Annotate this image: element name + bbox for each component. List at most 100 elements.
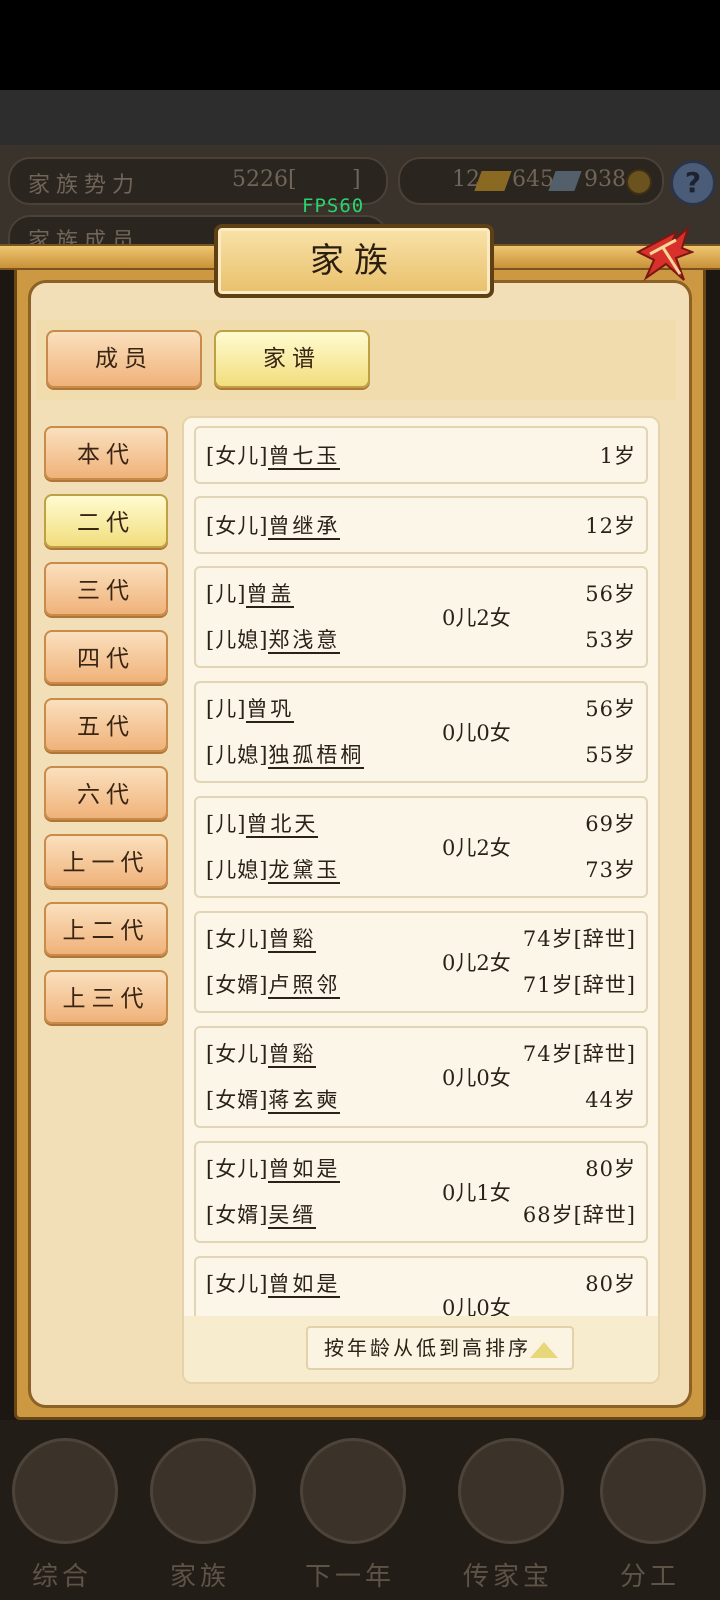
nav-label: 综合	[31, 1562, 92, 1592]
help-icon[interactable]: ?	[670, 160, 716, 206]
age-label: 80岁	[585, 1157, 636, 1181]
spouse-row: [女婿]卢照邻 71岁[辞世]	[206, 965, 636, 1005]
person-row: [女儿]曾谿 74岁[辞世]	[206, 919, 636, 959]
spouse-name[interactable]: 吴缙	[268, 1203, 317, 1229]
person-name[interactable]: 曾谿	[268, 1042, 317, 1068]
person-row: [儿]曾盖 56岁	[206, 574, 636, 614]
person-row: [女儿]曾如是 80岁	[206, 1149, 636, 1189]
person-name[interactable]: 曾北天	[246, 812, 319, 838]
generation-button-second[interactable]: 二代	[44, 494, 168, 548]
treasure-icon	[458, 1438, 564, 1544]
person-row: [女儿]曾七玉 1岁	[206, 436, 636, 476]
nav-item-division[interactable]: 分工	[590, 1438, 710, 1592]
person-name[interactable]: 曾如是	[268, 1272, 341, 1298]
spouse-row: [儿媳]龙黛玉 73岁	[206, 850, 636, 890]
children-count: 0儿2女	[442, 951, 511, 975]
nav-item-family[interactable]: 家族	[140, 1438, 260, 1592]
sort-bar: 按年龄从低到高排序	[184, 1316, 658, 1382]
person-name[interactable]: 曾谿	[268, 927, 317, 953]
fps-counter: FPS60	[302, 195, 365, 217]
generation-button-prev-2[interactable]: 上二代	[44, 902, 168, 956]
children-count: 0儿1女	[442, 1181, 511, 1205]
top-band	[0, 90, 720, 145]
person-icon	[600, 1438, 706, 1544]
scroll-icon	[12, 1438, 118, 1544]
close-icon[interactable]	[632, 222, 694, 290]
spouse-name[interactable]: 龙黛玉	[268, 858, 341, 884]
family-power-label: 家族势力	[28, 173, 141, 198]
tab-family-tree[interactable]: 家谱	[214, 330, 370, 388]
role-label: [儿媳]	[206, 858, 269, 882]
nav-item-next-year[interactable]: 下一年	[290, 1438, 410, 1592]
person-name[interactable]: 曾如是	[268, 1157, 341, 1183]
status-bar	[0, 0, 720, 90]
nav-item-general[interactable]: 综合	[2, 1438, 122, 1592]
tab-members[interactable]: 成员	[46, 330, 202, 388]
list-item[interactable]: [儿]曾北天 69岁 [儿媳]龙黛玉 73岁 0儿2女	[194, 796, 648, 898]
role-label: [女儿]	[206, 927, 269, 951]
role-label: [儿]	[206, 582, 247, 606]
generation-button-sixth[interactable]: 六代	[44, 766, 168, 820]
generation-button-fourth[interactable]: 四代	[44, 630, 168, 684]
spouse-name[interactable]: 郑浅意	[268, 628, 341, 654]
age-label: 55岁	[585, 743, 636, 767]
person-name[interactable]: 曾七玉	[268, 444, 341, 470]
generation-button-prev-1[interactable]: 上一代	[44, 834, 168, 888]
age-label: 12岁	[585, 514, 636, 538]
sort-label: 按年龄从低到高排序	[324, 1336, 531, 1360]
list-item[interactable]: [女儿]曾谿 74岁[辞世] [女婿]蒋玄奭 44岁 0儿0女	[194, 1026, 648, 1128]
person-row: [女儿]曾如是 80岁	[206, 1264, 636, 1304]
spouse-name[interactable]: 卢照邻	[268, 973, 341, 999]
generation-button-fifth[interactable]: 五代	[44, 698, 168, 752]
person-name[interactable]: 曾巩	[246, 697, 295, 723]
spouse-row: [儿媳]郑浅意 53岁	[206, 620, 636, 660]
spouse-row: [女婿]蒋玄奭 44岁	[206, 1080, 636, 1120]
person-name[interactable]: 曾盖	[246, 582, 295, 608]
age-label: 56岁	[585, 697, 636, 721]
list-item[interactable]: [女儿]曾谿 74岁[辞世] [女婿]卢照邻 71岁[辞世] 0儿2女	[194, 911, 648, 1013]
sort-ascending-icon	[530, 1342, 558, 1358]
spouse-row: [女婿]吴缙 68岁[辞世]	[206, 1195, 636, 1235]
nav-label: 传家宝	[462, 1562, 553, 1592]
generation-button-third[interactable]: 三代	[44, 562, 168, 616]
role-label: [女婿]	[206, 1203, 269, 1227]
bottom-nav: 综合 家族 下一年 传家宝 分工	[0, 1420, 720, 1600]
mountain-icon	[300, 1438, 406, 1544]
currency-3-value: 938	[584, 167, 626, 192]
person-row: [女儿]曾谿 74岁[辞世]	[206, 1034, 636, 1074]
generation-button-current[interactable]: 本代	[44, 426, 168, 480]
family-list[interactable]: [女儿]曾七玉 1岁 [女儿]曾继承 12岁 [儿]曾盖 56岁 [儿媳]郑浅意…	[182, 416, 660, 1384]
spouse-name[interactable]: 独孤梧桐	[268, 743, 365, 769]
person-row: [女儿]曾继承 12岁	[206, 506, 636, 546]
age-label: 44岁	[585, 1088, 636, 1112]
age-label: 53岁	[585, 628, 636, 652]
spouse-name[interactable]: 蒋玄奭	[268, 1088, 341, 1114]
list-item[interactable]: [女儿]曾继承 12岁	[194, 496, 648, 554]
coin-icon	[626, 169, 652, 195]
nav-item-heirloom[interactable]: 传家宝	[448, 1438, 568, 1592]
nav-label: 分工	[619, 1562, 680, 1592]
family-power-suffix: ]	[352, 167, 361, 192]
children-count: 0儿2女	[442, 606, 511, 630]
list-item[interactable]: [女儿]曾七玉 1岁	[194, 426, 648, 484]
person-row: [儿]曾巩 56岁	[206, 689, 636, 729]
age-label: 1岁	[599, 444, 636, 468]
person-name[interactable]: 曾继承	[268, 514, 341, 540]
spouse-row: [儿媳]独孤梧桐 55岁	[206, 735, 636, 775]
role-label: [女婿]	[206, 1088, 269, 1112]
age-label: 69岁	[585, 812, 636, 836]
person-row: [儿]曾北天 69岁	[206, 804, 636, 844]
role-label: [女儿]	[206, 514, 269, 538]
list-item[interactable]: [女儿]曾如是 80岁 [女婿]吴缙 68岁[辞世] 0儿1女	[194, 1141, 648, 1243]
list-item[interactable]: [儿]曾巩 56岁 [儿媳]独孤梧桐 55岁 0儿0女	[194, 681, 648, 783]
role-label: [女儿]	[206, 444, 269, 468]
dialog-title: 家族	[310, 241, 398, 281]
currency-2-value: 645	[512, 167, 554, 192]
age-label: 80岁	[585, 1272, 636, 1296]
tab-bar: 成员 家谱	[36, 320, 676, 400]
list-item[interactable]: [儿]曾盖 56岁 [儿媳]郑浅意 53岁 0儿2女	[194, 566, 648, 668]
generation-button-prev-3[interactable]: 上三代	[44, 970, 168, 1024]
role-label: [女婿]	[206, 973, 269, 997]
house-icon	[150, 1438, 256, 1544]
sort-button[interactable]: 按年龄从低到高排序	[306, 1326, 574, 1370]
